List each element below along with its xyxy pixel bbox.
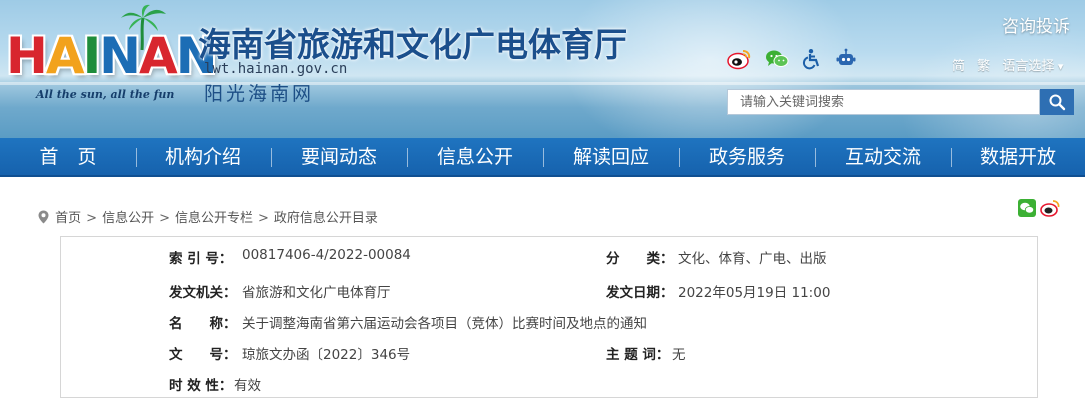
category-label: 分 类： <box>606 251 674 267</box>
breadcrumb-separator: > <box>86 211 98 226</box>
breadcrumb-separator: > <box>258 211 269 226</box>
category-value: 文化、体育、广电、出版 <box>678 251 827 267</box>
logo-wordmark: HAINAN <box>6 27 218 85</box>
breadcrumb-info-column[interactable]: 信息公开专栏 <box>175 211 253 226</box>
info-row: 索 引 号： 00817406-4/2022-00084 分 类： 文化、体育、… <box>61 247 1039 267</box>
site-header: HAINAN All the sun, all the fun 海南省旅游和文化… <box>0 0 1085 138</box>
nav-divider <box>543 148 544 167</box>
index-number-label: 索 引 号： <box>169 251 233 267</box>
info-row: 发文机关： 省旅游和文化广电体育厅 发文日期： 2022年05月19日 11:0… <box>61 281 1039 301</box>
index-number-value: 00817406-4/2022-00084 <box>242 247 411 263</box>
search-button[interactable] <box>1040 89 1074 115</box>
wechat-icon[interactable] <box>765 48 789 70</box>
info-row: 名 称： 关于调整海南省第六届运动会各项目（竞体）比赛时间及地点的通知 <box>61 312 1039 332</box>
document-number-label: 文 号： <box>169 347 237 363</box>
info-row: 文 号： 琼旅文办函〔2022〕346号 主 题 词： 无 <box>61 343 1039 363</box>
hainan-logo[interactable]: HAINAN All the sun, all the fun <box>6 4 218 104</box>
nav-divider <box>679 148 680 167</box>
site-domain: lwt.hainan.gov.cn <box>204 61 348 77</box>
document-number-value: 琼旅文办函〔2022〕346号 <box>242 347 411 363</box>
consult-complaint-link[interactable]: 咨询投诉 <box>1002 12 1070 37</box>
location-pin-icon <box>38 210 49 224</box>
breadcrumb-catalog[interactable]: 政府信息公开目录 <box>274 211 378 226</box>
nav-divider <box>407 148 408 167</box>
weibo-icon[interactable] <box>1040 199 1060 217</box>
language-select[interactable]: 语言选择 <box>1002 55 1063 74</box>
robot-icon[interactable] <box>835 48 857 70</box>
search-input[interactable] <box>727 89 1040 115</box>
accessibility-icon[interactable] <box>801 48 823 70</box>
nav-item-interpretation[interactable]: 解读回应 <box>561 138 661 177</box>
nav-item-open-data[interactable]: 数据开放 <box>968 138 1068 177</box>
breadcrumb-info-disclosure[interactable]: 信息公开 <box>102 211 154 226</box>
nav-item-about[interactable]: 机构介绍 <box>153 138 253 177</box>
site-title: 海南省旅游和文化广电体育厅 <box>198 25 627 64</box>
document-info-table: 索 引 号： 00817406-4/2022-00084 分 类： 文化、体育、… <box>60 236 1038 398</box>
keyword-label: 主 题 词： <box>606 347 670 363</box>
nav-divider <box>951 148 952 167</box>
main-nav: 首 页 机构介绍 要闻动态 信息公开 解读回应 政务服务 互动交流 数据开放 <box>0 138 1085 177</box>
validity-value: 有效 <box>234 378 261 394</box>
nav-item-services[interactable]: 政务服务 <box>697 138 797 177</box>
nav-item-info-disclosure[interactable]: 信息公开 <box>425 138 525 177</box>
weibo-icon[interactable] <box>727 48 751 70</box>
wechat-icon[interactable] <box>1018 199 1036 217</box>
validity-label: 时 效 性： <box>169 378 233 394</box>
background-glow <box>900 20 1085 138</box>
keyword-value: 无 <box>672 347 686 363</box>
search-icon <box>1049 94 1066 110</box>
title-label: 名 称： <box>169 316 237 332</box>
logo-slogan: All the sun, all the fun <box>36 88 175 101</box>
issuer-value: 省旅游和文化广电体育厅 <box>242 285 391 301</box>
issuer-label: 发文机关： <box>169 285 237 301</box>
title-value: 关于调整海南省第六届运动会各项目（竞体）比赛时间及地点的通知 <box>242 316 647 332</box>
nav-item-news[interactable]: 要闻动态 <box>289 138 389 177</box>
breadcrumb-separator: > <box>159 211 170 226</box>
nav-item-interaction[interactable]: 互动交流 <box>833 138 933 177</box>
lang-traditional[interactable]: 繁 <box>977 55 990 74</box>
nav-divider <box>815 148 816 167</box>
issue-date-label: 发文日期： <box>606 285 674 301</box>
issue-date-value: 2022年05月19日 11:00 <box>678 285 831 301</box>
nav-divider <box>136 148 137 167</box>
share-icons <box>727 48 857 70</box>
nav-item-home[interactable]: 首 页 <box>18 138 118 177</box>
breadcrumb: 首页 > 信息公开 > 信息公开专栏 > 政府信息公开目录 <box>38 207 378 226</box>
language-bar: 简 繁 语言选择 <box>952 55 1071 74</box>
info-row: 时 效 性： 有效 <box>61 374 1039 394</box>
article-share <box>1018 199 1060 217</box>
nav-divider <box>271 148 272 167</box>
site-subtitle: 阳光海南网 <box>204 83 315 105</box>
breadcrumb-home[interactable]: 首页 <box>55 211 81 226</box>
lang-simplified[interactable]: 简 <box>952 55 965 74</box>
